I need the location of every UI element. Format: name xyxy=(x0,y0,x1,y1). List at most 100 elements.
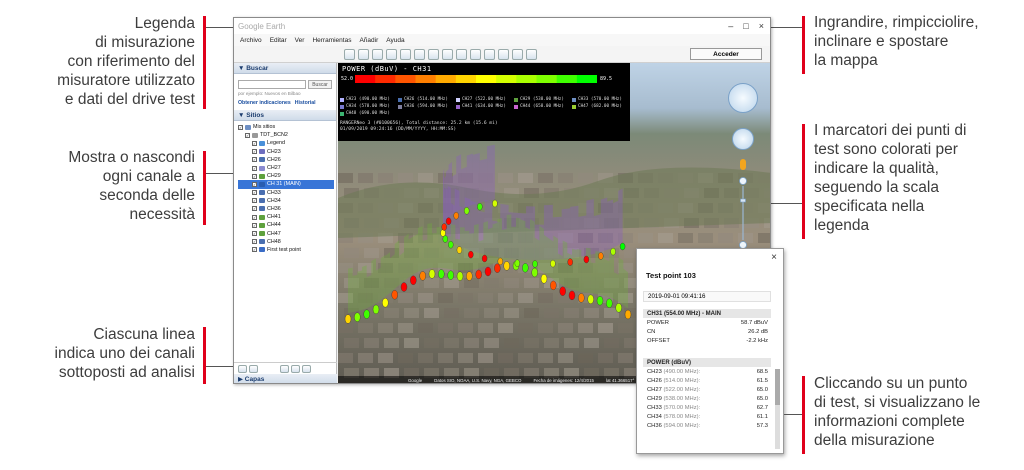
zoom-slider[interactable] xyxy=(739,177,747,249)
checkbox-icon[interactable]: ✓ xyxy=(238,124,243,130)
tree-item[interactable]: ✓ CH33 xyxy=(238,189,334,197)
test-point-marker[interactable] xyxy=(438,269,445,279)
tree-item[interactable]: ✓ Legend xyxy=(238,139,334,147)
test-point-marker[interactable] xyxy=(363,309,370,319)
sunlight-button[interactable] xyxy=(442,48,453,60)
places-panel-header[interactable]: ▼ Sitios xyxy=(234,110,336,121)
test-point-marker[interactable] xyxy=(531,267,538,278)
test-point-marker[interactable] xyxy=(453,211,459,220)
add-placemark-button[interactable] xyxy=(358,48,369,60)
move-down-icon[interactable] xyxy=(291,365,300,373)
test-point-marker[interactable] xyxy=(466,271,473,281)
checkbox-icon[interactable]: ✓ xyxy=(252,140,257,146)
print-button[interactable] xyxy=(498,48,509,60)
checkbox-icon[interactable]: ✓ xyxy=(252,206,257,212)
test-point-marker[interactable] xyxy=(382,297,389,308)
ruler-button[interactable] xyxy=(470,48,481,60)
historical-imagery-button[interactable] xyxy=(428,48,439,60)
close-icon[interactable]: × xyxy=(771,252,777,263)
test-point-marker[interactable] xyxy=(410,275,417,286)
test-point-marker[interactable] xyxy=(615,303,622,313)
sign-in-button[interactable]: Acceder xyxy=(690,48,762,60)
test-point-marker[interactable] xyxy=(344,314,352,324)
search-link[interactable]: Historial xyxy=(295,100,316,106)
zoom-in-icon[interactable] xyxy=(739,177,747,185)
test-point-marker[interactable] xyxy=(497,257,504,266)
menu-item[interactable]: Herramientas xyxy=(312,37,351,44)
layers-panel-header[interactable]: ▶ Capas xyxy=(234,374,337,383)
test-point-marker[interactable] xyxy=(447,270,454,280)
add-overlay-button[interactable] xyxy=(400,48,411,60)
test-point-marker[interactable] xyxy=(568,290,576,301)
add-polygon-button[interactable] xyxy=(372,48,383,60)
test-point-marker[interactable] xyxy=(522,263,529,273)
test-point-marker[interactable] xyxy=(532,260,538,268)
test-point-marker[interactable] xyxy=(624,309,632,320)
test-point-marker[interactable] xyxy=(456,271,464,281)
sidebar-toggle-button[interactable] xyxy=(344,48,355,60)
test-point-marker[interactable] xyxy=(598,252,604,260)
test-point-marker[interactable] xyxy=(372,304,380,315)
checkbox-icon[interactable]: ✓ xyxy=(252,198,257,204)
search-places-icon[interactable] xyxy=(238,365,247,373)
tree-item[interactable]: ✓ CH34 xyxy=(238,197,334,205)
minimize-icon[interactable]: – xyxy=(728,21,733,31)
test-point-marker[interactable] xyxy=(492,199,498,208)
checkbox-icon[interactable]: ✓ xyxy=(252,173,257,179)
tree-item[interactable]: ✓ Mis sitios xyxy=(238,123,334,131)
test-point-marker[interactable] xyxy=(354,312,361,322)
test-point-marker[interactable] xyxy=(503,261,510,271)
test-point-marker[interactable] xyxy=(494,263,501,273)
folder-icon[interactable] xyxy=(302,365,311,373)
pan-control-icon[interactable] xyxy=(732,128,754,150)
close-window-icon[interactable]: × xyxy=(759,21,764,31)
tree-item[interactable]: ✓ CH23 xyxy=(238,148,334,156)
test-point-marker[interactable] xyxy=(514,259,521,267)
tree-item[interactable]: ✓ CH29 xyxy=(238,172,334,180)
tree-item[interactable]: ✓ CH47 xyxy=(238,229,334,237)
checkbox-icon[interactable]: ✓ xyxy=(252,181,257,187)
test-point-marker[interactable] xyxy=(540,274,548,284)
test-point-marker[interactable] xyxy=(428,269,436,279)
maximize-icon[interactable]: □ xyxy=(743,21,748,31)
search-panel-header[interactable]: ▼ Buscar xyxy=(234,63,336,74)
tree-item[interactable]: ✓ CH41 xyxy=(238,213,334,221)
checkbox-icon[interactable]: ✓ xyxy=(252,149,257,155)
test-point-marker[interactable] xyxy=(578,293,585,303)
test-point-marker[interactable] xyxy=(550,280,557,291)
test-point-marker[interactable] xyxy=(484,266,492,277)
checkbox-icon[interactable]: ✓ xyxy=(245,132,250,138)
record-tour-button[interactable] xyxy=(414,48,425,60)
planets-button[interactable] xyxy=(456,48,467,60)
checkbox-icon[interactable]: ✓ xyxy=(252,247,257,253)
move-up-icon[interactable] xyxy=(280,365,289,373)
menu-item[interactable]: Ver xyxy=(295,37,305,44)
checkbox-icon[interactable]: ✓ xyxy=(252,165,257,171)
tree-item[interactable]: ✓ CH27 xyxy=(238,164,334,172)
test-point-marker[interactable] xyxy=(610,247,616,256)
compass-icon[interactable] xyxy=(728,83,758,113)
search-button[interactable]: Buscar xyxy=(308,80,332,89)
test-point-marker[interactable] xyxy=(445,217,452,225)
tree-item[interactable]: ✓ CH 31 (MAIN) xyxy=(238,180,334,189)
tree-item[interactable]: ✓ CH26 xyxy=(238,156,334,164)
test-point-marker[interactable] xyxy=(550,259,556,268)
checkbox-icon[interactable]: ✓ xyxy=(252,157,257,163)
checkbox-icon[interactable]: ✓ xyxy=(252,190,257,196)
test-point-marker[interactable] xyxy=(419,271,426,281)
test-point-marker[interactable] xyxy=(448,240,454,249)
test-point-marker[interactable] xyxy=(391,290,398,300)
popup-scrollbar[interactable] xyxy=(775,369,780,449)
tree-item[interactable]: ✓ First test point xyxy=(238,246,334,254)
test-point-marker[interactable] xyxy=(587,294,594,305)
test-point-marker[interactable] xyxy=(559,286,566,296)
test-point-marker[interactable] xyxy=(477,202,483,211)
save-image-button[interactable] xyxy=(512,48,523,60)
test-point-marker[interactable] xyxy=(481,254,488,263)
checkbox-icon[interactable]: ✓ xyxy=(252,222,257,228)
test-point-marker[interactable] xyxy=(400,282,408,292)
test-point-marker[interactable] xyxy=(567,258,573,266)
checkbox-icon[interactable]: ✓ xyxy=(252,239,257,245)
add-path-button[interactable] xyxy=(386,48,397,60)
zoom-thumb[interactable] xyxy=(740,198,746,203)
